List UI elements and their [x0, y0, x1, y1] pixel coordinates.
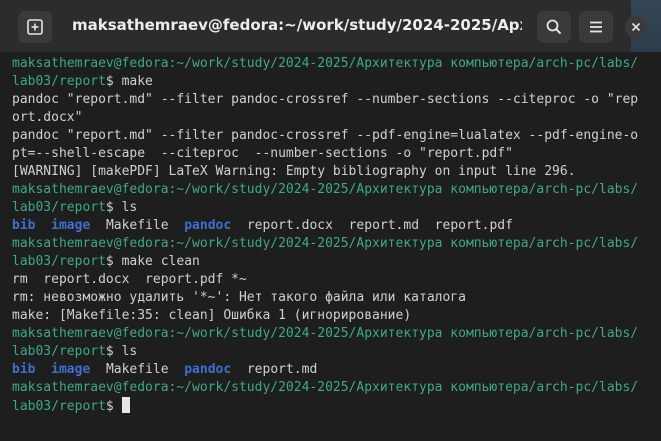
terminal-line: rm report.docx report.pdf *~	[12, 272, 247, 287]
terminal-line: maksathemraev@fedora:~/work/study/2024-2…	[12, 235, 638, 253]
terminal-line: pandoc "report.md" --filter pandoc-cross…	[12, 92, 639, 107]
terminal-line: lab03/report$ make clean	[12, 253, 638, 271]
terminal-line: maksathemraev@fedora:~/work/study/2024-2…	[12, 325, 638, 343]
prompt-text: lab03/report	[12, 399, 106, 414]
terminal-line: [WARNING] [makePDF] LaTeX Warning: Empty…	[12, 164, 576, 179]
prompt-text: lab03/report	[12, 200, 106, 215]
file-entry: Makefile	[105, 362, 169, 377]
window-title: maksathemraev@fedora:~/work/study/2024-2…	[72, 16, 522, 34]
ls-output-line: bib image Makefile pandoc report.md	[12, 361, 638, 379]
scrollbar[interactable]	[653, 54, 659, 438]
close-icon	[631, 22, 641, 32]
hamburger-menu-icon	[590, 21, 602, 33]
search-icon	[546, 19, 562, 35]
search-button[interactable]	[537, 11, 571, 43]
terminal-line: pt=--shell-escape --citeproc --number-se…	[12, 146, 513, 161]
file-entry: report.md	[246, 362, 318, 377]
terminal-line: lab03/report$ ls	[12, 343, 638, 361]
terminal-line: rm: невозможно удалить '*~': Нет такого …	[12, 290, 466, 305]
terminal-line: maksathemraev@fedora:~/work/study/2024-2…	[12, 181, 638, 199]
terminal-line: lab03/report$	[12, 397, 638, 415]
prompt-text: maksathemraev@fedora:~/work/study/2024-2…	[12, 236, 639, 251]
prompt-text: maksathemraev@fedora:~/work/study/2024-2…	[12, 326, 639, 341]
dir-entry: bib	[12, 362, 36, 377]
prompt-text: lab03/report	[12, 74, 106, 89]
prompt-text: maksathemraev@fedora:~/work/study/2024-2…	[12, 182, 639, 197]
terminal-line: maksathemraev@fedora:~/work/study/2024-2…	[12, 55, 638, 73]
command-text: $ make	[105, 74, 153, 89]
terminal-output[interactable]: maksathemraev@fedora:~/work/study/2024-2…	[0, 52, 661, 441]
prompt-text: maksathemraev@fedora:~/work/study/2024-2…	[12, 56, 639, 71]
terminal-line: pandoc "report.md" --filter pandoc-cross…	[12, 128, 639, 143]
terminal-line: maksathemraev@fedora:~/work/study/2024-2…	[12, 379, 638, 397]
new-tab-icon	[27, 19, 43, 35]
close-button[interactable]	[625, 16, 647, 38]
text-cursor	[121, 397, 130, 413]
file-entry: report.docx report.md report.pdf	[246, 218, 513, 233]
prompt-text: lab03/report	[12, 344, 106, 359]
terminal-line: ort.docx"	[12, 110, 83, 125]
terminal-window: maksathemraev@fedora:~/work/study/2024-2…	[0, 0, 661, 441]
new-tab-button[interactable]	[18, 11, 52, 43]
prompt-text: lab03/report	[12, 254, 106, 269]
ls-output-line: bib image Makefile pandoc report.docx re…	[12, 217, 638, 235]
file-entry: Makefile	[105, 218, 169, 233]
prompt-text: maksathemraev@fedora:~/work/study/2024-2…	[12, 380, 639, 395]
dir-entry: image	[51, 218, 91, 233]
terminal-text: maksathemraev@fedora:~/work/study/2024-2…	[12, 55, 638, 415]
terminal-line: lab03/report$ ls	[12, 199, 638, 217]
command-text: $	[105, 399, 122, 414]
terminal-line: make: [Makefile:35: clean] Ошибка 1 (игн…	[12, 308, 412, 323]
dir-entry: pandoc	[184, 362, 232, 377]
command-text: $ make clean	[105, 254, 200, 269]
dir-entry: image	[51, 362, 91, 377]
header-bar: maksathemraev@fedora:~/work/study/2024-2…	[0, 0, 661, 52]
command-text: $ ls	[105, 200, 138, 215]
dir-entry: pandoc	[184, 218, 232, 233]
main-menu-button[interactable]	[579, 11, 613, 43]
terminal-line: lab03/report$ make	[12, 73, 638, 91]
dir-entry: bib	[12, 218, 36, 233]
command-text: $ ls	[105, 344, 138, 359]
